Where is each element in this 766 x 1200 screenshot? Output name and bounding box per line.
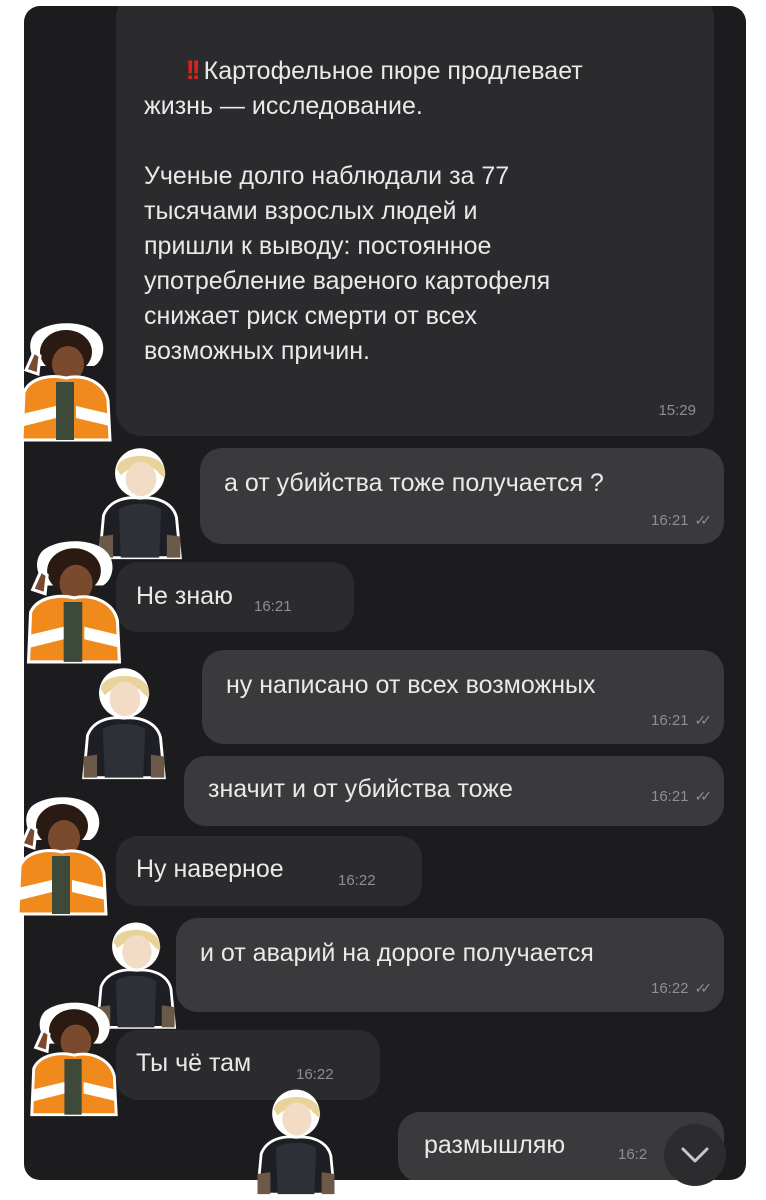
avatar-orange-jacket[interactable] — [12, 794, 112, 918]
double-check-icon: ✓✓ — [694, 980, 713, 996]
message-text: ну написано от всех возможных — [226, 671, 596, 699]
message-time: 16:2 — [618, 1146, 648, 1163]
scroll-down-button[interactable] — [664, 1124, 726, 1186]
message-time: 16:21 — [650, 712, 689, 729]
message-bubble-incoming[interactable]: Ну наверное 16:22 — [116, 836, 422, 906]
message-text: и от аварий на дороге получается — [200, 939, 594, 967]
message-time: 16:21 — [650, 788, 689, 805]
message-bubble-incoming[interactable]: !! Картофельное пюре продлевает жизнь — и… — [116, 6, 714, 436]
double-check-icon: ✓✓ — [694, 512, 713, 528]
message-text: Ну наверное — [136, 855, 284, 883]
avatar-blond[interactable] — [76, 662, 172, 782]
message-meta: 15:29 — [658, 402, 696, 419]
message-text: а от убийства тоже получается ? — [224, 469, 604, 497]
message-time: 16:22 — [296, 1066, 334, 1083]
double-check-icon: ✓✓ — [694, 788, 713, 804]
message-meta: 16:2 — [618, 1146, 647, 1163]
message-text: Картофельное пюре продлевает жизнь — исс… — [144, 57, 583, 365]
message-bubble-incoming[interactable]: Не знаю 16:21 — [116, 562, 354, 632]
avatar-orange-jacket[interactable] — [16, 320, 116, 444]
message-text: Ты чё там — [136, 1049, 252, 1077]
message-meta: 16:22 — [296, 1066, 334, 1083]
avatar-orange-jacket[interactable] — [26, 998, 122, 1120]
message-text: размышляю — [424, 1131, 566, 1159]
message-bubble-outgoing[interactable]: а от убийства тоже получается ? 16:21 ✓✓ — [200, 448, 724, 544]
message-bubble-outgoing[interactable]: значит и от убийства тоже 16:21 ✓✓ — [184, 756, 724, 826]
message-meta: 16:21 — [254, 598, 292, 615]
message-time: 16:21 — [254, 598, 292, 615]
message-time: 16:22 — [650, 980, 689, 997]
message-text: Не знаю — [136, 582, 233, 610]
message-meta: 16:22 — [338, 872, 376, 889]
avatar-orange-jacket[interactable] — [22, 540, 126, 664]
message-meta: 16:21 ✓✓ — [650, 512, 713, 529]
message-time: 16:22 — [338, 872, 376, 889]
message-time: 15:29 — [658, 402, 696, 419]
avatar-blond[interactable] — [250, 1086, 342, 1196]
message-text: значит и от убийства тоже — [208, 775, 513, 803]
double-exclamation-icon: !! — [185, 55, 201, 85]
message-bubble-outgoing[interactable]: ну написано от всех возможных 16:21 ✓✓ — [202, 650, 724, 744]
double-check-icon: ✓✓ — [694, 712, 713, 728]
message-bubble-outgoing[interactable]: и от аварий на дороге получается 16:22 ✓… — [176, 918, 724, 1012]
chevron-down-icon — [681, 1147, 709, 1163]
message-meta: 16:21 ✓✓ — [650, 712, 713, 729]
message-time: 16:21 — [650, 512, 689, 529]
message-meta: 16:21 ✓✓ — [650, 788, 713, 805]
message-meta: 16:22 ✓✓ — [650, 980, 713, 997]
